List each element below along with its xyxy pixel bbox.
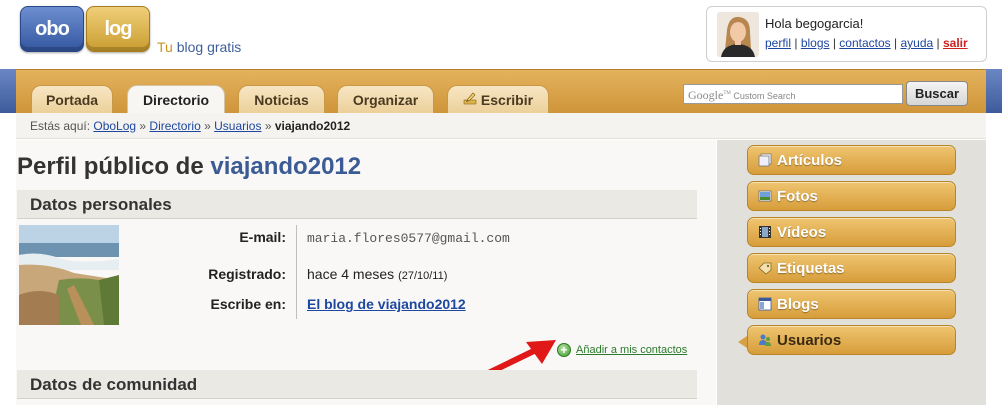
pencil-icon [463, 91, 477, 108]
sidebar-item-label: Fotos [777, 187, 818, 205]
nav-left-edge [0, 69, 16, 113]
users-icon [758, 333, 772, 347]
breadcrumb-usuarios[interactable]: Usuarios [214, 119, 261, 133]
title-username: viajando2012 [210, 153, 362, 180]
registered-relative: hace 4 meses [307, 266, 399, 282]
search-button-label: Buscar [914, 86, 960, 101]
tab-label: Escribir [480, 91, 534, 108]
breadcrumb-current: viajando2012 [274, 119, 351, 133]
writes-label: Escribe en: [210, 296, 286, 312]
breadcrumb-separator: » [136, 119, 150, 133]
profile-photo [19, 225, 119, 325]
link-separator: | [829, 36, 840, 50]
breadcrumb-prefix: Estás aquí: [30, 119, 94, 133]
search-placeholder: Custom Search [733, 91, 796, 101]
oblog-logo[interactable]: obo log [20, 6, 150, 52]
user-links: perfil | blogs | contactos | ayuda | sal… [765, 36, 968, 50]
sidebar-item-fotos[interactable]: Fotos [747, 181, 956, 211]
tab-escribir[interactable]: Escribir [447, 85, 549, 113]
section-datos-comunidad: Datos de comunidad [17, 370, 697, 399]
add-contact-label: Añadir a mis contactos [576, 344, 688, 356]
breadcrumb-directorio[interactable]: Directorio [149, 119, 200, 133]
breadcrumb-separator: » [200, 119, 215, 133]
sidebar-item-label: Usuarios [777, 331, 842, 349]
tag-icon [758, 261, 772, 275]
registered-label: Registrado: [208, 266, 286, 282]
link-ayuda[interactable]: ayuda [900, 36, 933, 50]
breadcrumb: Estás aquí: OboLog » Directorio » Usuari… [30, 119, 350, 133]
field-divider [296, 225, 297, 319]
google-label: GoogleTM [688, 88, 731, 102]
tab-organizar[interactable]: Organizar [337, 85, 434, 113]
tagline: Tu blog gratis [157, 39, 241, 55]
section-title: Datos de comunidad [30, 375, 198, 394]
section-title: Datos personales [30, 195, 172, 214]
user-blog-link[interactable]: El blog de viajando2012 [307, 296, 466, 312]
email-value: maria.flores0577@gmail.com [307, 231, 510, 246]
greeting: Hola begogarcia! [765, 16, 863, 31]
link-separator: | [890, 36, 901, 50]
email-label: E-mail: [239, 229, 286, 245]
tab-label: Directorio [142, 92, 210, 108]
link-separator: | [933, 36, 943, 50]
page-title: Perfil público de viajando2012 [17, 153, 361, 181]
sidebar-item-etiquetas[interactable]: Etiquetas [747, 253, 956, 283]
tagline-tu: Tu [157, 39, 173, 55]
tab-noticias[interactable]: Noticias [238, 85, 325, 113]
link-blogs[interactable]: blogs [801, 36, 830, 50]
link-separator: | [791, 36, 801, 50]
user-avatar[interactable] [717, 12, 759, 57]
sidebar-item-blogs[interactable]: Blogs [747, 289, 956, 319]
title-prefix: Perfil público de [17, 153, 211, 180]
link-contactos[interactable]: contactos [839, 36, 890, 50]
add-contact-link[interactable]: + Añadir a mis contactos [557, 343, 687, 357]
registered-date: (27/10/11) [398, 270, 448, 282]
search-input[interactable]: GoogleTM Custom Search [683, 84, 903, 104]
link-perfil[interactable]: perfil [765, 36, 791, 50]
tagline-rest: blog gratis [172, 39, 242, 55]
sidebar-item-label: Etiquetas [777, 259, 845, 277]
registered-value: hace 4 meses (27/10/11) [307, 266, 447, 282]
breadcrumb-separator: » [261, 119, 275, 133]
sidebar-item-label: Blogs [777, 295, 819, 313]
tab-label: Noticias [254, 91, 309, 108]
search-button[interactable]: Buscar [906, 81, 968, 106]
greeting-prefix: Hola [765, 16, 796, 31]
add-icon: + [557, 343, 571, 357]
tab-label: Portada [45, 91, 99, 108]
sidebar-item-usuarios[interactable]: Usuarios [747, 325, 956, 355]
sidebar-item-videos[interactable]: Vídeos [747, 217, 956, 247]
section-datos-personales: Datos personales [17, 190, 697, 219]
tab-label: Organizar [352, 91, 419, 108]
sidebar-item-articulos[interactable]: Artículos [747, 145, 956, 175]
tab-portada[interactable]: Portada [31, 85, 113, 113]
articles-icon [758, 153, 772, 167]
film-icon [758, 225, 772, 239]
link-salir[interactable]: salir [943, 36, 968, 50]
logo-log-box: log [86, 6, 150, 52]
user-box: Hola begogarcia! perfil | blogs | contac… [706, 6, 987, 62]
username: begogarcia [795, 16, 860, 31]
breadcrumb-oblog[interactable]: OboLog [93, 119, 136, 133]
greeting-end: ! [859, 16, 864, 31]
photos-icon [758, 189, 772, 203]
sidebar-item-label: Vídeos [777, 223, 827, 241]
sidebar-item-label: Artículos [777, 151, 843, 169]
blog-icon [758, 297, 772, 311]
nav-right-edge [986, 69, 1002, 113]
active-pointer [738, 336, 747, 348]
google-word: Google [688, 88, 724, 102]
tab-directorio[interactable]: Directorio [127, 85, 225, 114]
logo-obo-box: obo [20, 6, 84, 52]
google-tm: TM [723, 91, 731, 96]
